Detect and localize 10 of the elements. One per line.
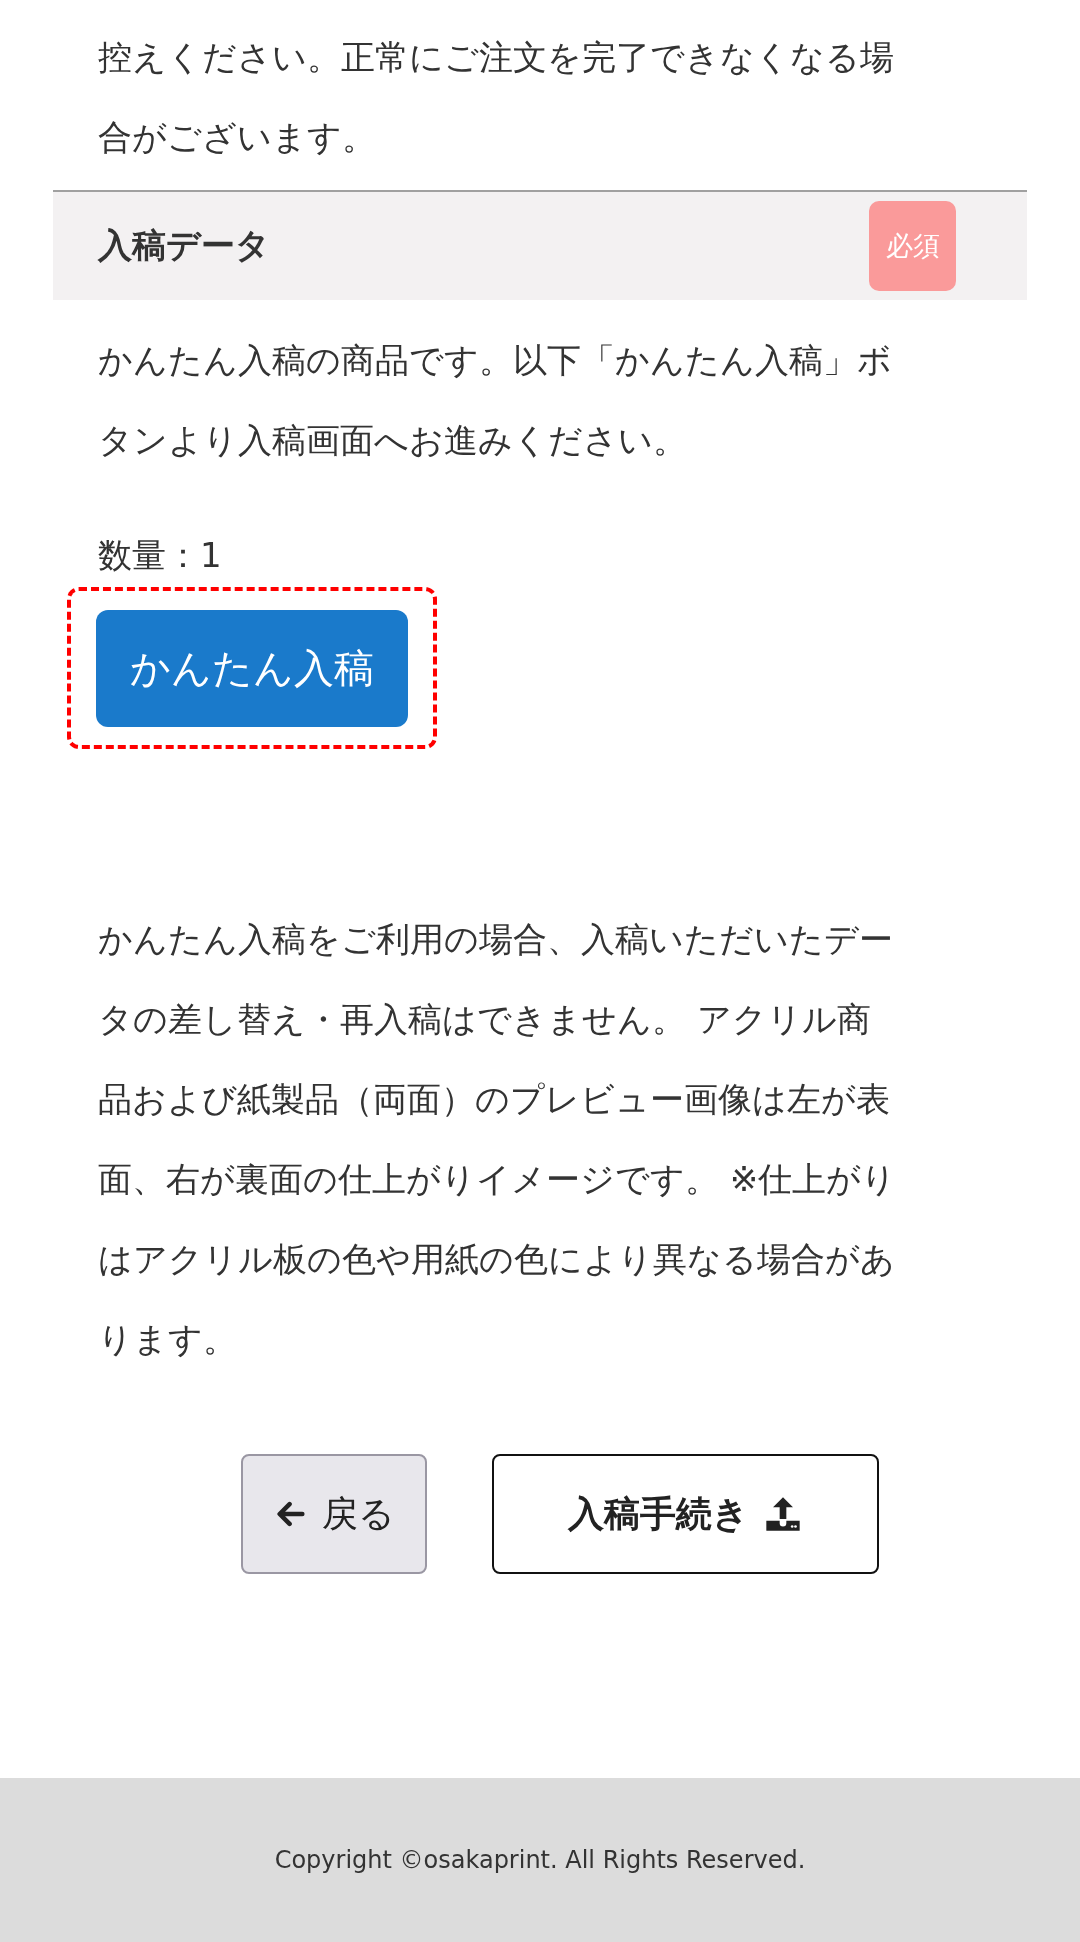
back-button[interactable]: 戻る <box>241 1454 427 1574</box>
quantity-text: 数量：1 <box>97 535 223 575</box>
description-text: かんたん入稿の商品です。以下「かんたん入稿」ボタンより入稿画面へお進みください。 <box>97 339 893 462</box>
submit-button[interactable]: 入稿手続き <box>492 1454 879 1574</box>
upload-button[interactable]: かんたん入稿 <box>96 609 408 727</box>
note-text: かんたん入稿をご利用の場合、入稿いただいたデータの差し替え・再入稿はできません。 アクリル商品および紙製品（両面）のプレビュー画像は左が表面、右が裏面の仕上がりイメージです。 ※仕上がりはアクリル板の色や用紙の色により異なる場合があります。 <box>97 918 898 1361</box>
section-title: 入稿データ <box>98 224 270 267</box>
copyright-text: Copyright ©osakaprint. All Rights Reserved. <box>274 1846 806 1874</box>
required-badge: 必須 <box>869 201 956 291</box>
notice-text: 控えください。正常にご注文を完了できなくなる場合がございます。 <box>97 36 895 159</box>
